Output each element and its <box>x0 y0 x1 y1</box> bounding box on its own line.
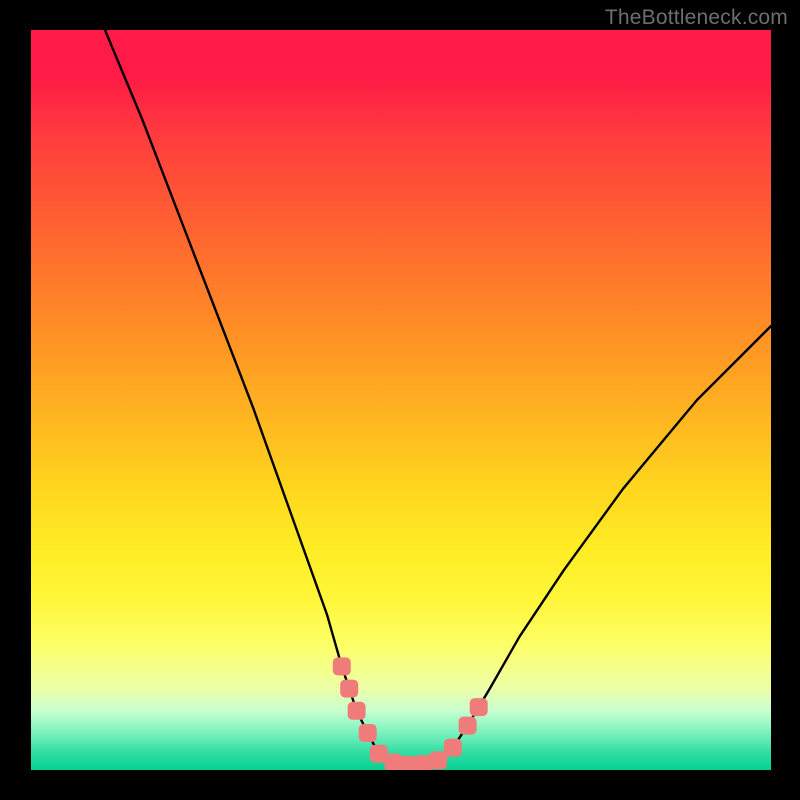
data-marker <box>429 751 447 769</box>
chart-frame: TheBottleneck.com <box>0 0 800 800</box>
chart-svg <box>31 30 771 770</box>
bottleneck-curve <box>105 30 771 765</box>
data-marker <box>348 702 366 720</box>
data-marker <box>470 698 488 716</box>
curve-markers <box>333 657 488 770</box>
data-marker <box>333 657 351 675</box>
data-marker <box>459 717 477 735</box>
watermark-text: TheBottleneck.com <box>605 6 788 30</box>
data-marker <box>359 724 377 742</box>
curve-lines <box>105 30 771 765</box>
data-marker <box>444 739 462 757</box>
plot-area <box>31 30 771 770</box>
data-marker <box>340 680 358 698</box>
